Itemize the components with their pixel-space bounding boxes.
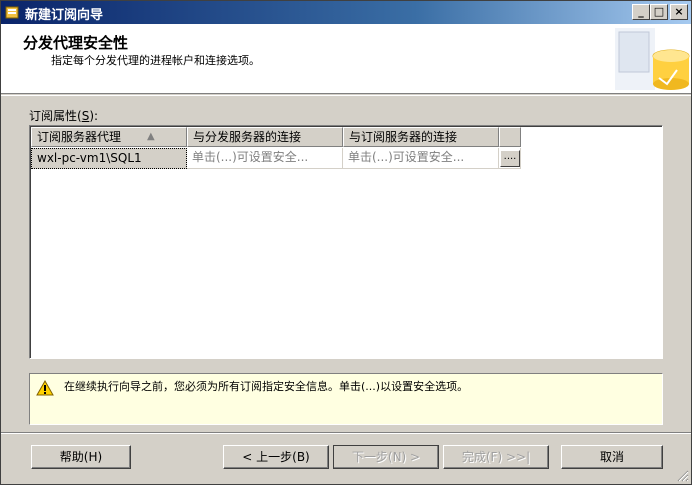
set-security-button[interactable]: .... [500,150,520,167]
row-action-cell: .... [499,148,521,169]
page-title: 分发代理安全性 [23,34,129,52]
title-bar: 新建订阅向导 _ □ × [1,1,691,24]
column-header-subscriber-agent[interactable]: 订阅服务器代理 ▲ [31,127,187,147]
cancel-button[interactable]: 取消 [561,445,663,469]
warning-text: 在继续执行向导之前，您必须为所有订阅指定安全信息。单击(...)以设置安全选项。 [64,380,469,393]
minimize-button[interactable]: _ [632,4,650,20]
maximize-button[interactable]: □ [650,4,668,20]
app-icon [5,6,19,19]
row-subscriber-connection-cell[interactable]: 单击(...)可设置安全... [343,148,499,169]
finish-button[interactable]: 完成(F) >>| [443,445,549,469]
next-button[interactable]: 下一步(N) > [333,445,439,469]
page-subtitle: 指定每个分发代理的进程帐户和连接选项。 [51,54,260,67]
subscription-properties-label: 订阅属性(S): [29,109,99,123]
back-button[interactable]: < 上一步(B) [223,445,329,469]
database-graphic-icon [615,28,690,90]
column-header-subscriber-connection[interactable]: 与订阅服务器的连接 [343,127,499,147]
warning-icon [36,380,54,396]
footer-divider [1,432,691,434]
wizard-window: 新建订阅向导 _ □ × 分发代理安全性 指定每个分发代理的进程帐户和连接选项。… [0,0,692,485]
row-distributor-connection-cell[interactable]: 单击(...)可设置安全... [187,148,343,169]
close-button[interactable]: × [670,4,688,20]
wizard-header: 分发代理安全性 指定每个分发代理的进程帐户和连接选项。 [1,24,691,94]
column-header-distributor-connection[interactable]: 与分发服务器的连接 [187,127,343,147]
row-agent-cell[interactable]: wxl-pc-vm1\SQL1 [31,148,187,169]
subscription-properties-grid[interactable]: 订阅服务器代理 ▲ 与分发服务器的连接 与订阅服务器的连接 wxl-pc-vm1… [29,125,663,359]
header-divider [1,95,691,96]
resize-grip-icon[interactable] [675,468,689,482]
window-title: 新建订阅向导 [25,8,104,23]
warning-panel: 在继续执行向导之前，您必须为所有订阅指定安全信息。单击(...)以设置安全选项。 [29,373,663,425]
column-header-action [499,127,521,147]
sort-ascending-icon: ▲ [147,131,155,142]
help-button[interactable]: 帮助(H) [31,445,131,469]
